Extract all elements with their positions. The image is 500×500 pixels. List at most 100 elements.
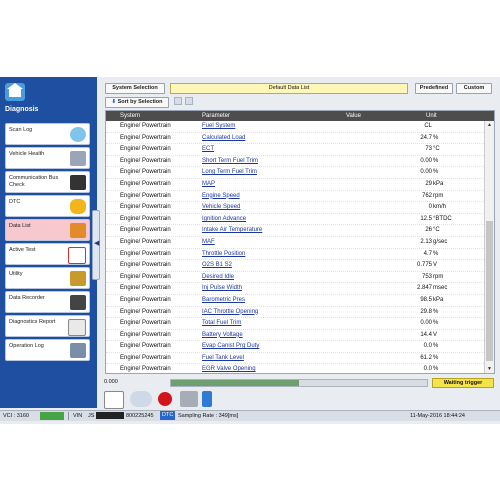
table-row[interactable]: Engine/ Powertrain Fuel Tank Level 61.2% xyxy=(106,353,484,365)
cell-parameter[interactable]: Inj Pulse Width xyxy=(202,283,242,295)
cell-parameter[interactable]: Engine Speed xyxy=(202,191,240,203)
scroll-thumb[interactable] xyxy=(486,221,493,361)
cell-parameter[interactable]: Calculated Load xyxy=(202,133,245,145)
table-scrollbar[interactable]: ▲ ▼ xyxy=(484,121,494,373)
table-row[interactable]: Engine/ Powertrain Long Term Fuel Trim 0.0… xyxy=(106,167,484,179)
dtc-badge[interactable]: DTC xyxy=(160,411,176,420)
predefined-button[interactable]: Predefined xyxy=(415,83,453,94)
sidebar-item-label: Communication Bus Check xyxy=(9,175,59,188)
sidebar-item-label: Operation Log xyxy=(9,343,44,349)
table-row[interactable]: Engine/ Powertrain Battery Voltage 14.4 V xyxy=(106,330,484,342)
wrench-icon[interactable] xyxy=(180,391,198,407)
sidebar-item-dtc[interactable]: DTC xyxy=(5,195,90,217)
pause-icon[interactable] xyxy=(130,391,152,407)
cell-unit: % xyxy=(433,250,439,257)
cell-unit: V xyxy=(433,331,438,338)
cell-parameter[interactable]: Desired Idle xyxy=(202,272,234,284)
scroll-up-icon[interactable]: ▲ xyxy=(485,121,494,129)
table-row[interactable]: Engine/ Powertrain Barometric Pres 98.5 kPa xyxy=(106,295,484,307)
cell-parameter[interactable]: Total Fuel Trim xyxy=(202,318,241,330)
vin-value: JS xyxy=(88,413,95,419)
cell-system: Engine/ Powertrain xyxy=(120,285,171,292)
engine-light-icon xyxy=(70,199,86,214)
cell-parameter[interactable]: Ignition Advance xyxy=(202,214,246,226)
table-row[interactable]: Engine/ Powertrain Engine Speed 762 rpm xyxy=(106,191,484,203)
table-row[interactable]: Engine/ Powertrain MAP 29 kPa xyxy=(106,179,484,191)
sidebar-item-utility[interactable]: Utility xyxy=(5,267,90,289)
cell-unit: °C xyxy=(433,227,440,234)
cell-parameter[interactable]: Barometric Pres xyxy=(202,295,245,307)
cell-parameter[interactable]: O2S B1 S2 xyxy=(202,260,232,272)
cell-system: Engine/ Powertrain xyxy=(120,123,171,129)
sidebar-item-data-recorder[interactable]: Data Recorder xyxy=(5,291,90,313)
sidebar-item-label: Active Test xyxy=(9,247,36,253)
move-down-icon[interactable] xyxy=(185,97,193,105)
table-row[interactable]: Engine/ Powertrain Throttle Position 4.7% xyxy=(106,249,484,261)
cell-parameter[interactable]: Fuel Tank Level xyxy=(202,353,244,365)
table-row[interactable]: Engine/ Powertrain MAF 2.13 g/sec xyxy=(106,237,484,249)
sort-by-selection-button[interactable]: ⬇ Sort by Selection xyxy=(105,97,169,108)
cell-parameter[interactable]: EGR Valve Opening xyxy=(202,364,256,373)
cell-parameter[interactable]: Intake Air Temperature xyxy=(202,225,262,237)
cell-value: 73 xyxy=(425,146,432,153)
graph-icon[interactable] xyxy=(104,391,124,409)
sidebar-item-vehicle-health[interactable]: Vehicle Health xyxy=(5,147,90,169)
cell-parameter[interactable]: Long Term Fuel Trim xyxy=(202,167,257,179)
table-row[interactable]: Engine/ Powertrain Short Term Fuel Trim 0.… xyxy=(106,156,484,168)
cell-parameter[interactable]: ECT xyxy=(202,144,214,156)
table-row[interactable]: Engine/ Powertrain Total Fuel Trim 0.00% xyxy=(106,318,484,330)
sampling-rate: Sampling Rate : 349[ms] xyxy=(178,413,239,419)
table-row[interactable]: Engine/ Powertrain O2S B1 S2 0.775 V xyxy=(106,260,484,272)
column-header-unit[interactable]: Unit xyxy=(426,111,437,121)
sidebar-item-data-list[interactable]: Data List xyxy=(5,219,90,241)
cell-system: Engine/ Powertrain xyxy=(120,180,171,187)
table-row[interactable]: Engine/ Powertrain IAC Throttle Opening 29… xyxy=(106,307,484,319)
scroll-down-icon[interactable]: ▼ xyxy=(485,365,494,373)
sidebar-item-operation-log[interactable]: Operation Log xyxy=(5,339,90,361)
cell-parameter[interactable]: Battery Voltage xyxy=(202,330,243,342)
table-row[interactable]: Engine/ Powertrain Inj Pulse Width 2.847 ms… xyxy=(106,283,484,295)
cell-parameter[interactable]: Short Term Fuel Trim xyxy=(202,156,258,168)
table-row[interactable]: Engine/ Powertrain Desired Idle 753 rpm xyxy=(106,272,484,284)
cell-parameter[interactable]: Evap Canist Prg Duty xyxy=(202,341,259,353)
sidebar-item-scan-log[interactable]: Scan Log xyxy=(5,123,90,145)
table-row[interactable]: Engine/ Powertrain EGR Valve Opening 0.0% xyxy=(106,364,484,373)
data-list-table: System Parameter Value Unit Engine/ Powe… xyxy=(105,110,495,374)
move-up-icon[interactable] xyxy=(174,97,182,105)
cell-parameter[interactable]: Vehicle Speed xyxy=(202,202,240,214)
custom-button[interactable]: Custom xyxy=(456,83,492,94)
cell-parameter[interactable]: MAP xyxy=(202,179,215,191)
table-row[interactable]: Engine/ Powertrain Calculated Load 24.7% xyxy=(106,133,484,145)
stethoscope-icon xyxy=(70,151,86,166)
sidebar-item-communication-bus-check[interactable]: Communication Bus Check xyxy=(5,171,90,193)
table-row[interactable]: Engine/ Powertrain Fuel System CL xyxy=(106,121,484,133)
column-header-parameter[interactable]: Parameter xyxy=(202,111,230,121)
cell-unit: g/sec xyxy=(433,238,448,245)
cell-parameter[interactable]: IAC Throttle Opening xyxy=(202,307,258,319)
trigger-status: Waiting trigger xyxy=(432,378,494,388)
magnifier-icon xyxy=(70,127,86,142)
cell-system: Engine/ Powertrain xyxy=(120,354,171,361)
flag-icon[interactable] xyxy=(202,391,212,407)
table-row[interactable]: Engine/ Powertrain Ignition Advance 12.5 °B… xyxy=(106,214,484,226)
cell-parameter[interactable]: Throttle Position xyxy=(202,249,245,261)
sidebar-title: Diagnosis xyxy=(5,106,39,113)
home-icon[interactable] xyxy=(5,83,25,101)
sidebar-item-diagnostics-report[interactable]: Diagnostics Report xyxy=(5,315,90,337)
cell-value: 0.00 xyxy=(420,320,432,327)
data-list-icon xyxy=(70,223,86,238)
column-header-value[interactable]: Value xyxy=(346,111,361,121)
table-row[interactable]: Engine/ Powertrain ECT 73 °C xyxy=(106,144,484,156)
sidebar-item-active-test[interactable]: Active Test xyxy=(5,243,90,265)
sidebar-collapse-handle[interactable]: ◀ xyxy=(92,210,100,280)
record-icon[interactable] xyxy=(158,392,172,406)
column-header-system[interactable]: System xyxy=(120,111,140,121)
cell-parameter[interactable]: Fuel System xyxy=(202,121,235,133)
sort-by-label: Sort by Selection xyxy=(117,99,163,105)
sidebar-item-label: DTC xyxy=(9,199,21,205)
table-row[interactable]: Engine/ Powertrain Evap Canist Prg Duty 0.… xyxy=(106,341,484,353)
system-selection-button[interactable]: System Selection xyxy=(105,83,165,94)
table-row[interactable]: Engine/ Powertrain Vehicle Speed 0 km/h xyxy=(106,202,484,214)
table-row[interactable]: Engine/ Powertrain Intake Air Temperature… xyxy=(106,225,484,237)
cell-parameter[interactable]: MAF xyxy=(202,237,215,249)
